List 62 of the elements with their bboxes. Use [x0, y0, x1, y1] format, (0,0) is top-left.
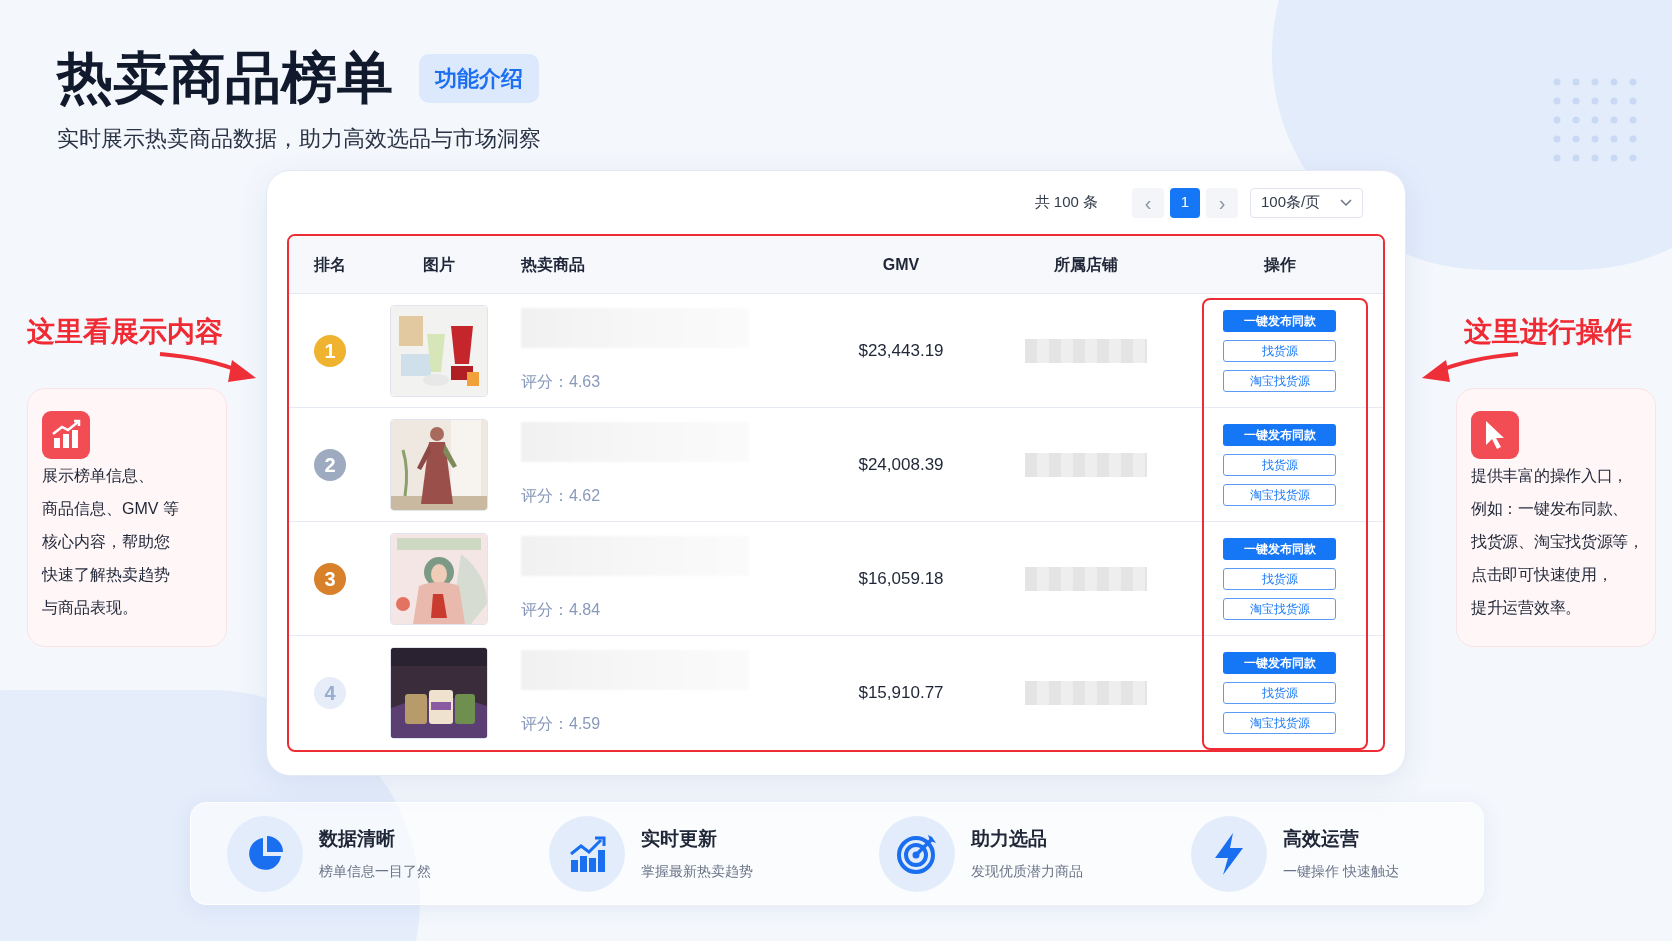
rank-badge: 3 [314, 562, 346, 595]
rating-text: 评分：4.62 [521, 485, 602, 506]
callout-text-line: 找货源、淘宝找货源等， [1471, 532, 1645, 552]
callout-text-line: 提供丰富的操作入口， [1471, 466, 1629, 486]
feature-subtitle: 榜单信息一目了然 [319, 862, 431, 882]
rank-badge: 1 [314, 334, 346, 367]
callout-text-line: 与商品表现。 [42, 598, 139, 618]
action-button[interactable]: 淘宝找货源 [1223, 712, 1336, 734]
page-subtitle: 实时展示热卖商品数据，助力高效选品与市场洞察 [57, 125, 542, 153]
column-header: 所属店铺 [1054, 254, 1118, 275]
feature-title: 高效运营 [1283, 826, 1360, 851]
column-header: GMV [882, 254, 920, 275]
column-header: 热卖商品 [521, 254, 585, 275]
action-button[interactable]: 淘宝找货源 [1223, 483, 1336, 506]
feature-title: 数据清晰 [319, 826, 396, 851]
feature-title: 实时更新 [641, 826, 718, 851]
page-size-select[interactable]: 100条/页 [1250, 187, 1363, 218]
chevron-down-icon [1340, 198, 1352, 207]
publish-button[interactable]: 一键发布同款 [1223, 423, 1336, 446]
prev-page-button[interactable]: ‹ [1132, 187, 1164, 218]
action-button[interactable]: 找货源 [1223, 682, 1336, 704]
callout-text-line: 商品信息、GMV 等 [42, 499, 180, 519]
page-title: 热卖商品榜单 [57, 50, 393, 106]
publish-button[interactable]: 一键发布同款 [1223, 309, 1336, 332]
action-button[interactable]: 淘宝找货源 [1223, 369, 1336, 392]
gmv-value: $24,008.39 [858, 453, 944, 476]
callout-heading: 这里看展示内容 [27, 318, 224, 346]
column-header: 图片 [422, 254, 455, 275]
action-button[interactable]: 找货源 [1223, 453, 1336, 476]
feature-title: 助力选品 [971, 826, 1048, 851]
feature-badge: 功能介绍 [419, 53, 539, 103]
rank-badge: 2 [314, 448, 346, 481]
rating-text: 评分：4.59 [521, 714, 602, 734]
target-icon [896, 832, 938, 875]
feature-subtitle: 掌握最新热卖趋势 [641, 862, 753, 882]
cursor-icon [1471, 411, 1519, 459]
feature-subtitle: 一键操作 快速触达 [1283, 862, 1399, 882]
publish-button[interactable]: 一键发布同款 [1223, 652, 1336, 674]
bar-chart-icon [42, 411, 90, 459]
total-count: 共 100 条 [1034, 192, 1098, 213]
action-button[interactable]: 找货源 [1223, 339, 1336, 362]
callout-text-line: 提升运营效率。 [1471, 598, 1582, 618]
column-header: 排名 [314, 254, 346, 275]
callout-text-line: 快速了解热卖趋势 [42, 565, 171, 585]
callout-text-line: 展示榜单信息、 [42, 466, 155, 486]
rating-text: 评分：4.84 [521, 599, 602, 620]
action-button[interactable]: 找货源 [1223, 567, 1336, 590]
callout-heading: 这里进行操作 [1463, 318, 1633, 346]
feature-subtitle: 发现优质潜力商品 [971, 862, 1083, 882]
rating-text: 评分：4.63 [521, 371, 602, 392]
callout-text-line: 核心内容，帮助您 [42, 532, 171, 552]
column-header: 操作 [1263, 254, 1296, 275]
publish-button[interactable]: 一键发布同款 [1223, 537, 1336, 560]
gmv-value: $23,443.19 [858, 339, 944, 362]
rank-badge: 4 [314, 677, 346, 709]
callout-text-line: 例如：一键发布同款、 [1471, 499, 1629, 519]
gmv-value: $15,910.77 [858, 682, 944, 705]
action-button[interactable]: 淘宝找货源 [1223, 597, 1336, 620]
page-button[interactable]: 1 [1170, 187, 1200, 218]
gmv-value: $16,059.18 [858, 567, 944, 590]
next-page-button[interactable]: › [1206, 187, 1238, 218]
callout-text-line: 点击即可快速使用， [1471, 565, 1614, 585]
